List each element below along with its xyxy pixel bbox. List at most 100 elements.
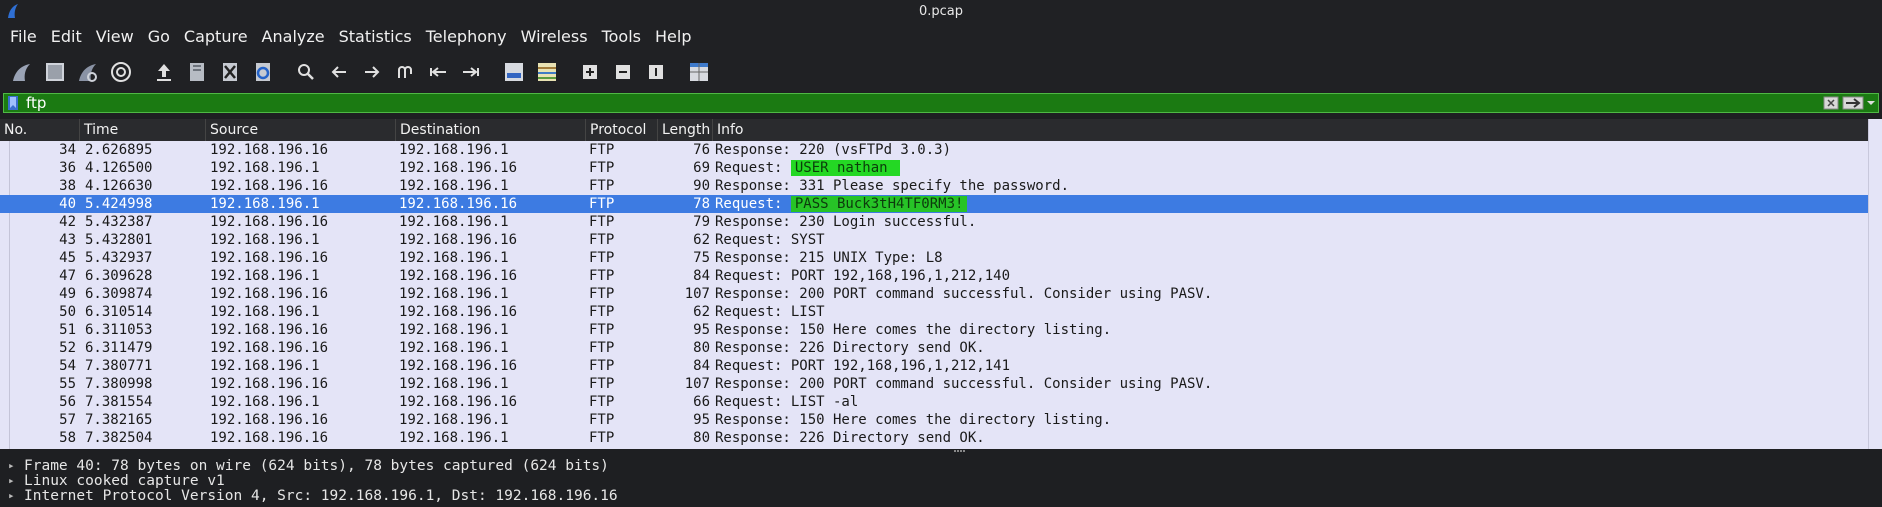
packet-no: 55 xyxy=(59,376,76,392)
packet-time: 5.432801 xyxy=(85,232,153,248)
first-packet-icon[interactable] xyxy=(422,56,454,88)
packet-info-text: Response: 200 PORT command successful. C… xyxy=(715,286,1213,302)
expand-arrow-icon[interactable]: ▸ xyxy=(8,487,15,505)
packet-info-text: Response: 215 UNIX Type: L8 xyxy=(715,250,943,266)
packet-info: Response: 226 Directory send OK. xyxy=(715,429,985,447)
menu-view[interactable]: View xyxy=(90,22,142,52)
packet-destination: 192.168.196.16 xyxy=(399,160,518,176)
menu-help[interactable]: Help xyxy=(649,22,699,52)
packet-no: 47 xyxy=(59,268,76,284)
menu-statistics[interactable]: Statistics xyxy=(333,22,420,52)
packet-info: Request: SYST xyxy=(715,231,825,249)
column-header-info[interactable]: Info xyxy=(713,119,1868,141)
packet-no: 58 xyxy=(59,430,76,446)
packet-row[interactable]: 34 2.626895 192.168.196.16 192.168.196.1 FTP… xyxy=(0,141,1868,159)
resize-columns-icon[interactable] xyxy=(683,56,715,88)
menu-analyze[interactable]: Analyze xyxy=(256,22,333,52)
packet-row[interactable]: 49 6.309874 192.168.196.16 192.168.196.1 FTP… xyxy=(0,285,1868,303)
packet-row[interactable]: 55 7.380998 192.168.196.16 192.168.196.1 FTP… xyxy=(0,375,1868,393)
main-toolbar xyxy=(0,52,1882,92)
packet-no: 34 xyxy=(59,142,76,158)
packet-info-highlight: USER nathan xyxy=(790,160,901,176)
column-header-no[interactable]: No. xyxy=(0,119,80,141)
packet-list-scrollbar[interactable] xyxy=(1868,119,1882,449)
packet-row[interactable]: 56 7.381554 192.168.196.1 192.168.196.16 FTP… xyxy=(0,393,1868,411)
packet-no: 54 xyxy=(59,358,76,374)
packet-info: Response: 220 (vsFTPd 3.0.3) xyxy=(715,141,951,159)
column-header-protocol[interactable]: Protocol xyxy=(586,119,658,141)
packet-row[interactable]: 47 6.309628 192.168.196.1 192.168.196.16 FTP… xyxy=(0,267,1868,285)
back-arrow-icon[interactable] xyxy=(323,56,355,88)
stop-square-icon[interactable] xyxy=(39,56,71,88)
packet-list: No. Time Source Destination Protocol Len… xyxy=(0,119,1882,449)
packet-time: 2.626895 xyxy=(85,142,153,158)
packet-row[interactable]: 36 4.126500 192.168.196.1 192.168.196.16 FTP… xyxy=(0,159,1868,177)
packet-length: 95 xyxy=(693,322,710,338)
packet-row[interactable]: 43 5.432801 192.168.196.1 192.168.196.16 FTP… xyxy=(0,231,1868,249)
shark-fin-start-icon[interactable] xyxy=(6,56,38,88)
display-filter-bar xyxy=(3,93,1879,113)
packet-row[interactable]: 58 7.382504 192.168.196.16 192.168.196.1 FTP… xyxy=(0,429,1868,447)
zoom-in-icon[interactable] xyxy=(574,56,606,88)
packet-row[interactable]: 45 5.432937 192.168.196.16 192.168.196.1 FTP… xyxy=(0,249,1868,267)
forward-arrow-icon[interactable] xyxy=(356,56,388,88)
packet-row[interactable]: 40 5.424998 192.168.196.1 192.168.196.16 FTP… xyxy=(0,195,1868,213)
packet-length: 62 xyxy=(693,232,710,248)
filter-dropdown-icon[interactable] xyxy=(1864,94,1878,112)
menu-telephony[interactable]: Telephony xyxy=(420,22,515,52)
packet-row[interactable]: 50 6.310514 192.168.196.1 192.168.196.16 FTP… xyxy=(0,303,1868,321)
menu-wireless[interactable]: Wireless xyxy=(515,22,596,52)
packet-destination: 192.168.196.1 xyxy=(399,250,509,266)
reload-file-icon[interactable] xyxy=(247,56,279,88)
menu-capture[interactable]: Capture xyxy=(178,22,256,52)
packet-length: 80 xyxy=(693,430,710,446)
clear-filter-icon[interactable] xyxy=(1820,94,1842,112)
packet-source: 192.168.196.1 xyxy=(210,358,320,374)
packet-protocol: FTP xyxy=(589,412,615,428)
menu-tools[interactable]: Tools xyxy=(596,22,649,52)
packet-info-text: Response: 226 Directory send OK. xyxy=(715,340,985,356)
packet-row[interactable]: 38 4.126630 192.168.196.16 192.168.196.1 FTP… xyxy=(0,177,1868,195)
packet-source: 192.168.196.1 xyxy=(210,304,320,320)
wireshark-fin-icon xyxy=(8,4,18,18)
packet-row[interactable]: 57 7.382165 192.168.196.16 192.168.196.1 FTP… xyxy=(0,411,1868,429)
packet-length: 95 xyxy=(693,412,710,428)
display-filter-input[interactable] xyxy=(22,94,1820,112)
column-header-source[interactable]: Source xyxy=(206,119,396,141)
normal-size-icon[interactable] xyxy=(640,56,672,88)
menu-go[interactable]: Go xyxy=(142,22,178,52)
save-file-icon[interactable] xyxy=(181,56,213,88)
packet-info: Request: USER nathan xyxy=(715,159,901,177)
packet-source: 192.168.196.16 xyxy=(210,322,329,338)
last-packet-icon[interactable] xyxy=(455,56,487,88)
packet-length: 62 xyxy=(693,304,710,320)
zoom-out-icon[interactable] xyxy=(607,56,639,88)
packet-protocol: FTP xyxy=(589,196,615,212)
column-header-time[interactable]: Time xyxy=(80,119,206,141)
open-file-icon[interactable] xyxy=(148,56,180,88)
packet-row[interactable]: 54 7.380771 192.168.196.1 192.168.196.16 FTP… xyxy=(0,357,1868,375)
gear-options-icon[interactable] xyxy=(105,56,137,88)
packet-row[interactable]: 52 6.311479 192.168.196.16 192.168.196.1 FTP… xyxy=(0,339,1868,357)
packet-protocol: FTP xyxy=(589,322,615,338)
search-icon[interactable] xyxy=(290,56,322,88)
apply-filter-icon[interactable] xyxy=(1842,94,1864,112)
packet-row[interactable]: 51 6.311053 192.168.196.16 192.168.196.1 FTP… xyxy=(0,321,1868,339)
packet-info-text: Response: 230 Login successful. xyxy=(715,214,977,230)
packet-row[interactable]: 42 5.432387 192.168.196.16 192.168.196.1 FTP… xyxy=(0,213,1868,231)
packet-protocol: FTP xyxy=(589,304,615,320)
menu-file[interactable]: File xyxy=(4,22,45,52)
autoscroll-icon[interactable] xyxy=(498,56,530,88)
filter-bookmark-icon[interactable] xyxy=(4,94,22,112)
packet-no: 43 xyxy=(59,232,76,248)
packet-source: 192.168.196.16 xyxy=(210,178,329,194)
shark-fin-restart-icon[interactable] xyxy=(72,56,104,88)
column-header-destination[interactable]: Destination xyxy=(396,119,586,141)
packet-no: 52 xyxy=(59,340,76,356)
menu-edit[interactable]: Edit xyxy=(45,22,90,52)
menu-bar: File Edit View Go Capture Analyze Statistics Te… xyxy=(0,22,1882,52)
column-header-length[interactable]: Length xyxy=(658,119,713,141)
close-file-icon[interactable] xyxy=(214,56,246,88)
colorize-icon[interactable] xyxy=(531,56,563,88)
go-to-packet-icon[interactable] xyxy=(389,56,421,88)
